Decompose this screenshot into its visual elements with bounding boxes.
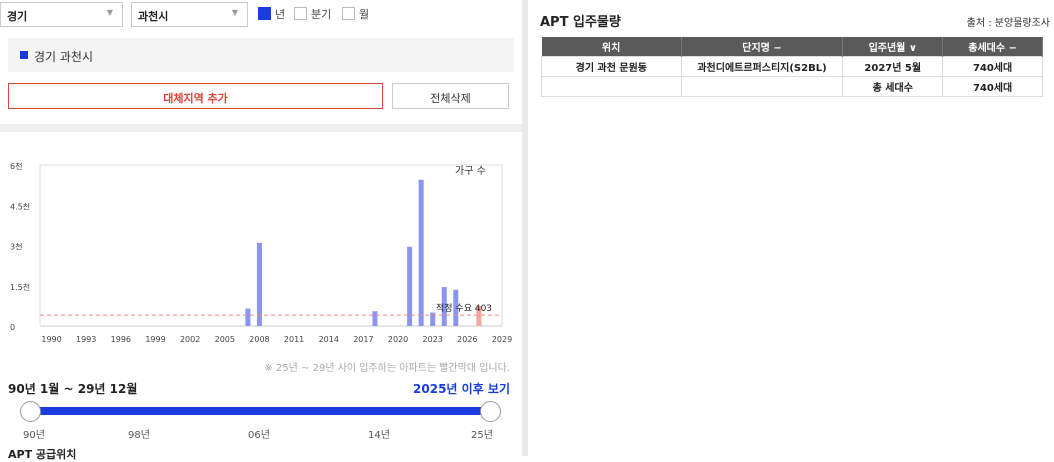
checkbox-quarter[interactable] <box>294 7 307 20</box>
reference-line-label: 적정 수요 403 <box>436 302 492 314</box>
column-complex-name[interactable]: 단지명 − <box>681 37 844 56</box>
table-row[interactable]: 경기 과천 문원동 과천디에트르퍼스티지(S2BL) 2027년 5월 740세… <box>541 55 1043 77</box>
x-tick-label: 1990 <box>41 335 61 344</box>
selected-region-chip: 경기 과천시 <box>8 38 514 72</box>
cell-households: 740세대 <box>942 55 1043 77</box>
cell-move-in-date: 2027년 5월 <box>842 55 944 77</box>
x-tick-label: 1993 <box>76 335 96 344</box>
after-2025-link[interactable]: 2025년 이후 보기 <box>413 380 510 397</box>
table-header-row: 위치 단지명 − 입주년월 ∨ 총세대수 − <box>541 37 1043 56</box>
slider-tick: 90년 <box>23 430 45 441</box>
chart-bar <box>418 179 424 326</box>
x-tick-label: 2005 <box>215 335 235 344</box>
x-tick-label: 2002 <box>180 335 200 344</box>
x-tick-label: 1999 <box>145 335 165 344</box>
city-select-value: 과천시 <box>138 10 169 23</box>
region-select[interactable]: 경기 ▼ <box>0 2 123 27</box>
chart-legend: 가구 수 <box>455 165 486 177</box>
x-tick-label: 2026 <box>457 335 477 344</box>
y-tick-label: 3천 <box>10 242 22 252</box>
x-tick-label: 2029 <box>492 335 512 344</box>
chart-bar <box>256 242 262 326</box>
period-slider-end-handle[interactable] <box>480 401 501 422</box>
cell-empty <box>680 75 844 97</box>
checkbox-month[interactable] <box>342 7 355 20</box>
x-tick-label: 2023 <box>423 335 443 344</box>
right-panel: APT 입주물량 출처 : 분양물량조사 위치 단지명 − 입주년월 ∨ 총세대… <box>528 0 1054 456</box>
section-divider <box>0 124 522 132</box>
chart-bar <box>430 312 436 326</box>
chart-bar <box>245 308 251 326</box>
y-tick-label: 1.5천 <box>10 282 30 292</box>
data-source: 출처 : 분양물량조사 <box>966 18 1050 29</box>
x-tick-label: 2008 <box>249 335 269 344</box>
slider-tick: 25년 <box>471 430 493 441</box>
x-tick-label: 2017 <box>353 335 373 344</box>
cell-empty <box>541 75 682 97</box>
chevron-down-icon: ▼ <box>231 8 238 17</box>
y-tick-label: 0 <box>10 323 15 332</box>
slider-tick: 06년 <box>248 430 270 441</box>
cell-total-households: 740세대 <box>942 75 1043 97</box>
x-tick-label: 2014 <box>319 335 339 344</box>
selected-region-label: 경기 과천시 <box>34 50 94 64</box>
cell-total-label: 총 세대수 <box>842 75 944 97</box>
supply-location-title: APT 공급위치 <box>8 448 77 461</box>
x-tick-label: 2011 <box>284 335 304 344</box>
city-select[interactable]: 과천시 ▼ <box>131 2 248 27</box>
period-slider-track[interactable] <box>22 407 492 415</box>
chevron-down-icon: ▼ <box>106 8 113 17</box>
checkbox-month-label: 월 <box>359 8 370 21</box>
apt-supply-table: 위치 단지명 − 입주년월 ∨ 총세대수 − 경기 과천 문원동 과천디에트르퍼… <box>541 37 1043 97</box>
chart-note: ※ 25년 ~ 29년 사이 입주하는 아파트는 빨간막대 입니다. <box>264 363 510 374</box>
chart-bar <box>372 311 378 326</box>
checkbox-year-label: 년 <box>275 8 286 21</box>
column-total-households[interactable]: 총세대수 − <box>942 37 1043 56</box>
delete-all-button[interactable]: 전체삭제 <box>392 83 509 109</box>
x-tick-label: 2020 <box>388 335 408 344</box>
cell-location: 경기 과천 문원동 <box>541 55 682 77</box>
period-slider-start-handle[interactable] <box>20 401 41 422</box>
apt-supply-title: APT 입주물량 <box>540 15 621 30</box>
supply-bar-chart: 6천 4.5천 3천 1.5천 0 1990 1993 1996 1999 2002 2005 200… <box>10 161 512 344</box>
x-tick-label: 1996 <box>111 335 131 344</box>
column-location[interactable]: 위치 <box>541 37 682 56</box>
add-region-button[interactable]: 대체지역 추가 <box>8 83 383 109</box>
y-tick-label: 6천 <box>10 161 22 171</box>
region-select-value: 경기 <box>7 10 28 23</box>
region-color-marker <box>20 51 28 59</box>
slider-tick: 14년 <box>368 430 390 441</box>
checkbox-year[interactable] <box>258 7 271 20</box>
chart-bar <box>407 246 413 326</box>
period-label: 90년 1월 ~ 29년 12월 <box>8 382 138 396</box>
column-move-in-date[interactable]: 입주년월 ∨ <box>842 37 944 56</box>
cell-complex-name: 과천디에트르퍼스티지(S2BL) <box>680 55 844 77</box>
left-panel: 경기 ▼ 과천시 ▼ 년 분기 월 경기 과천시 대체지역 추가 전체삭제 6천… <box>0 0 522 461</box>
y-tick-label: 4.5천 <box>10 201 30 211</box>
table-total-row: 총 세대수 740세대 <box>541 75 1043 97</box>
slider-tick: 98년 <box>128 430 150 441</box>
checkbox-quarter-label: 분기 <box>311 8 332 21</box>
